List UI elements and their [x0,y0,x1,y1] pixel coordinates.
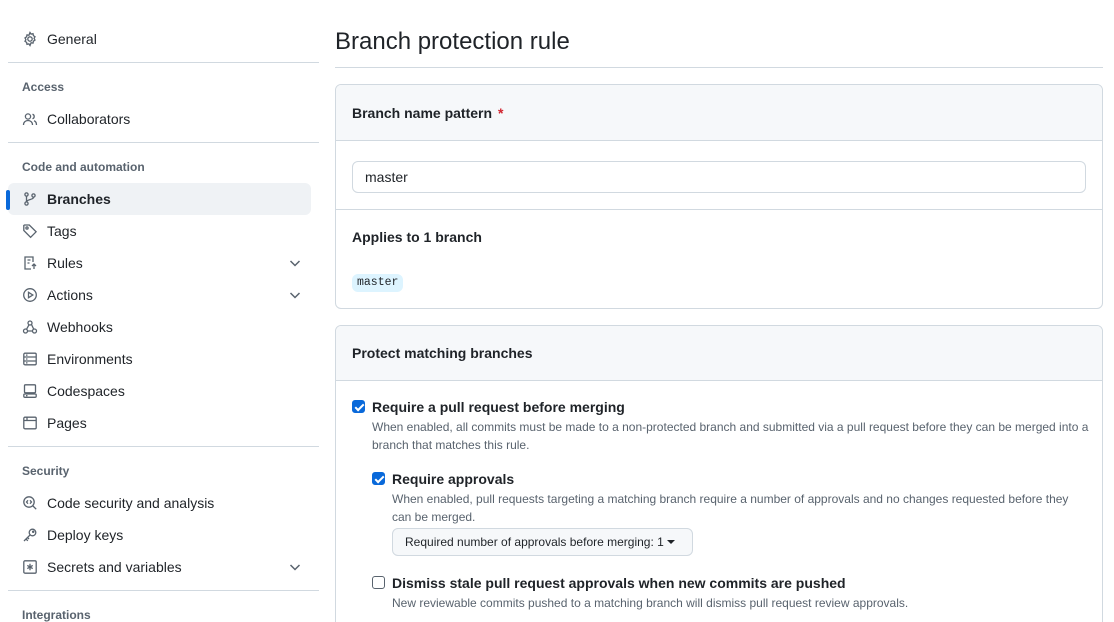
sidebar-item-label: Actions [47,287,93,303]
webhook-icon [22,319,38,335]
protect-branches-box: Protect matching branches Require a pull… [335,325,1103,622]
gear-icon [22,31,38,47]
protect-branches-header: Protect matching branches [336,326,1102,381]
branch-pattern-box: Branch name pattern * Applies to 1 branc… [335,84,1103,309]
applies-to-text: Applies to 1 branch [352,229,482,245]
protect-branches-heading: Protect matching branches [352,345,533,361]
section-heading-code-automation: Code and automation [22,160,145,174]
chevron-down-icon[interactable] [287,287,303,303]
sidebar-item-code-security[interactable]: Code security and analysis [8,487,311,519]
sidebar-item-branches[interactable]: Branches [6,183,311,215]
section-divider [336,209,1102,210]
sidebar-item-webhooks[interactable]: Webhooks [8,311,311,343]
title-divider [335,67,1103,68]
tag-icon [22,223,38,239]
sidebar-divider [8,590,319,591]
sidebar-item-codespaces[interactable]: Codespaces [8,375,311,407]
sidebar-item-label: Secrets and variables [47,559,182,575]
sidebar-divider [8,142,319,143]
codescan-icon [22,495,38,511]
rules-icon [22,255,38,271]
sidebar-item-tags[interactable]: Tags [8,215,311,247]
sidebar-item-label: Collaborators [47,111,131,127]
section-heading-integrations: Integrations [22,608,91,622]
sidebar-item-label: Branches [47,191,111,207]
sidebar-item-label: Code security and analysis [47,495,215,511]
sidebar-item-label: Environments [47,351,133,367]
sidebar-item-pages[interactable]: Pages [8,407,311,439]
branch-icon [22,191,38,207]
sidebar-item-collaborators[interactable]: Collaborators [8,103,311,135]
codespaces-icon [22,383,38,399]
sidebar-item-rules[interactable]: Rules [8,247,311,279]
sidebar-item-label: Pages [47,415,87,431]
sidebar-item-environments[interactable]: Environments [8,343,311,375]
sidebar-item-label: Codespaces [47,383,125,399]
chevron-down-icon[interactable] [287,559,303,575]
dismiss-stale-label[interactable]: Dismiss stale pull request approvals whe… [392,575,846,591]
caret-down-icon [666,540,675,544]
branch-pattern-header: Branch name pattern * [336,85,1102,141]
require-approvals-label[interactable]: Require approvals [392,471,514,487]
people-icon [22,111,38,127]
approvals-count-select[interactable]: Required number of approvals before merg… [392,528,693,556]
sidebar-divider [8,62,319,63]
require-approvals-checkbox[interactable] [372,472,385,485]
section-heading-security: Security [22,464,70,478]
branch-pattern-label: Branch name pattern [352,104,493,121]
sidebar-item-general[interactable]: General [8,23,311,55]
key-icon [22,527,38,543]
require-approvals-description: When enabled, pull requests targeting a … [392,492,1069,524]
play-icon [22,287,38,303]
sidebar-item-label: Deploy keys [47,527,124,543]
section-heading-access: Access [22,80,65,94]
branch-pattern-input[interactable] [352,161,1086,193]
sidebar-divider [8,446,319,447]
page-title: Branch protection rule [335,28,570,55]
require-pr-checkbox[interactable] [352,400,365,413]
require-pr-description: When enabled, all commits must be made t… [372,420,1089,452]
dismiss-stale-description: New reviewable commits pushed to a match… [392,596,909,610]
settings-sidebar: General Access Collaborators Code and au… [0,0,320,622]
sidebar-item-label: Tags [47,223,77,239]
required-indicator: * [498,104,504,121]
sidebar-item-label: Webhooks [47,319,113,335]
matched-branch-chip: master [352,274,404,292]
sidebar-item-actions[interactable]: Actions [8,279,311,311]
browser-icon [22,415,38,431]
approvals-count-label: Required number of approvals before merg… [405,535,664,549]
require-pr-label[interactable]: Require a pull request before merging [372,399,625,415]
chevron-down-icon[interactable] [287,255,303,271]
asterisk-icon [22,559,38,575]
sidebar-item-secrets[interactable]: Secrets and variables [8,551,311,583]
dismiss-stale-checkbox[interactable] [372,576,385,589]
sidebar-item-deploy-keys[interactable]: Deploy keys [8,519,311,551]
sidebar-item-label: General [47,31,97,47]
server-icon [22,351,38,367]
sidebar-item-label: Rules [47,255,83,271]
